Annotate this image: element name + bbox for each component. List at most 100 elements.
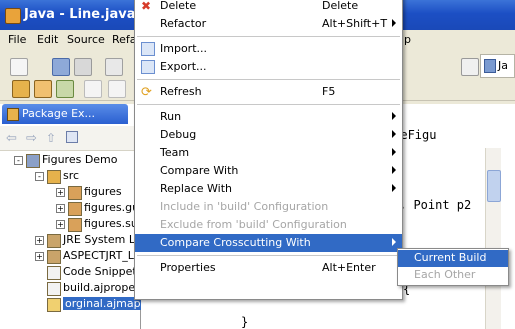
expand-toggle-icon[interactable]: + — [56, 188, 65, 197]
menu-item-label: Debug — [160, 128, 197, 141]
compare-crosscutting-submenu: Current Build Each Other — [397, 248, 509, 286]
tree-item-label: figures — [84, 185, 122, 198]
expand-toggle-icon[interactable]: + — [56, 220, 65, 229]
menu-item-refactor[interactable]: Refactor Alt+Shift+T — [135, 15, 402, 33]
expand-toggle-icon[interactable]: + — [35, 236, 44, 245]
library-icon — [47, 234, 61, 248]
submenu-item-label: Current Build — [414, 251, 487, 264]
java-perspective-button[interactable]: Ja — [480, 54, 515, 78]
delete-icon: ✖ — [141, 0, 152, 13]
menu-item-label: Team — [160, 146, 190, 159]
menu-item-label: Delete — [160, 0, 197, 12]
print-icon[interactable] — [74, 58, 92, 76]
context-menu: ✖ Delete Delete Refactor Alt+Shift+T Import..… — [134, 0, 403, 300]
eclipse-app-icon — [5, 8, 21, 24]
refresh-icon: ⟳ — [141, 85, 152, 100]
java-perspective-icon — [484, 59, 496, 73]
submenu-arrow-icon — [392, 130, 396, 138]
tree-item-label: JRE System L — [63, 233, 135, 246]
tree-item-label: src — [63, 169, 80, 182]
menu-item-import[interactable]: Import... — [135, 40, 402, 58]
package-explorer-tab[interactable]: Package Ex... — [2, 104, 128, 124]
package-icon — [68, 218, 82, 232]
submenu-item-current-build[interactable]: Current Build — [398, 250, 508, 267]
library-icon — [47, 250, 61, 264]
package-explorer-tab-label: Package Ex... — [22, 107, 96, 120]
tree-item-label: figures.su — [84, 217, 138, 230]
menu-item-shortcut: Delete — [322, 0, 359, 12]
tree-item-label: figures.gu — [84, 201, 140, 214]
expand-toggle-icon[interactable]: + — [56, 204, 65, 213]
open-project-icon[interactable] — [12, 80, 30, 98]
tree-item-label: build.ajprope — [63, 281, 136, 294]
menu-item-properties[interactable]: Properties Alt+Enter — [135, 259, 402, 277]
menu-item-label: Import... — [160, 42, 207, 55]
tree-item-label: ASPECTJRT_L — [63, 249, 134, 262]
code-line: } — [241, 315, 249, 329]
menu-separator — [137, 36, 400, 37]
menu-item-label: Properties — [160, 261, 216, 274]
build-icon[interactable] — [105, 58, 123, 76]
menu-item-label: Include in 'build' Configuration — [160, 200, 329, 213]
submenu-arrow-icon — [392, 112, 396, 120]
editor-vertical-scrollbar[interactable] — [485, 148, 501, 329]
menu-separator — [137, 104, 400, 105]
menu-file[interactable]: File — [8, 33, 26, 46]
menu-item-compare-crosscutting-with[interactable]: Compare Crosscutting With — [135, 234, 402, 252]
package-explorer: Package Ex... ⇦ ⇨ ⇧ - Figures Demo - src + fi… — [0, 104, 143, 329]
package-explorer-icon — [7, 108, 19, 121]
menu-item-label: Compare Crosscutting With — [160, 236, 311, 249]
menu-separator — [137, 255, 400, 256]
new-package-icon[interactable] — [34, 80, 52, 98]
submenu-arrow-icon — [392, 166, 396, 174]
forward-icon[interactable]: ⇨ — [26, 131, 37, 146]
submenu-item-each-other: Each Other — [398, 267, 508, 284]
menu-item-replace-with[interactable]: Replace With — [135, 180, 402, 198]
back-icon[interactable]: ⇦ — [6, 131, 17, 146]
submenu-arrow-icon — [392, 238, 396, 246]
menu-item-label: Compare With — [160, 164, 239, 177]
package-icon — [68, 186, 82, 200]
menu-item-export[interactable]: Export... — [135, 58, 402, 76]
menu-item-shortcut: Alt+Enter — [322, 261, 376, 274]
submenu-arrow-icon — [392, 148, 396, 156]
up-icon[interactable]: ⇧ — [46, 131, 56, 145]
menu-item-shortcut: Alt+Shift+T — [322, 17, 388, 30]
menu-separator — [137, 79, 400, 80]
new-class-icon[interactable] — [56, 80, 74, 98]
collapse-all-icon[interactable] — [66, 131, 78, 143]
scrollbar-thumb[interactable] — [487, 170, 501, 202]
submenu-arrow-icon — [392, 184, 396, 192]
menu-item-refresh[interactable]: ⟳ Refresh F5 — [135, 83, 402, 101]
import-icon — [141, 42, 155, 56]
save-icon[interactable] — [52, 58, 70, 76]
menu-item-compare-with[interactable]: Compare With — [135, 162, 402, 180]
menu-item-include-in-build-configuration: Include in 'build' Configuration — [135, 198, 402, 216]
menu-item-label: Export... — [160, 60, 207, 73]
menu-item-delete[interactable]: ✖ Delete Delete — [135, 0, 402, 15]
collapse-toggle-icon[interactable]: - — [14, 156, 23, 165]
submenu-item-label: Each Other — [414, 268, 476, 281]
submenu-arrow-icon — [392, 19, 396, 27]
search-icon[interactable] — [84, 80, 102, 98]
file-icon — [47, 266, 61, 280]
menu-item-run[interactable]: Run — [135, 108, 402, 126]
project-icon — [26, 154, 40, 168]
open-perspective-icon[interactable] — [461, 58, 479, 76]
menu-item-label: Refresh — [160, 85, 202, 98]
menu-item-label: Replace With — [160, 182, 232, 195]
menu-item-debug[interactable]: Debug — [135, 126, 402, 144]
ajmap-file-icon — [47, 298, 61, 312]
collapse-toggle-icon[interactable]: - — [35, 172, 44, 181]
tree-item-label: Figures Demo — [42, 153, 118, 166]
open-type-icon[interactable] — [108, 80, 126, 98]
code-line: , Point p2 — [399, 198, 472, 212]
menu-source[interactable]: Source — [67, 33, 105, 46]
menu-refactor[interactable]: Refa — [112, 33, 137, 46]
menu-item-exclude-from-build-configuration: Exclude from 'build' Configuration — [135, 216, 402, 234]
new-icon[interactable] — [10, 58, 28, 76]
package-icon — [68, 202, 82, 216]
menu-item-team[interactable]: Team — [135, 144, 402, 162]
expand-toggle-icon[interactable]: + — [35, 252, 44, 261]
menu-edit[interactable]: Edit — [37, 33, 58, 46]
